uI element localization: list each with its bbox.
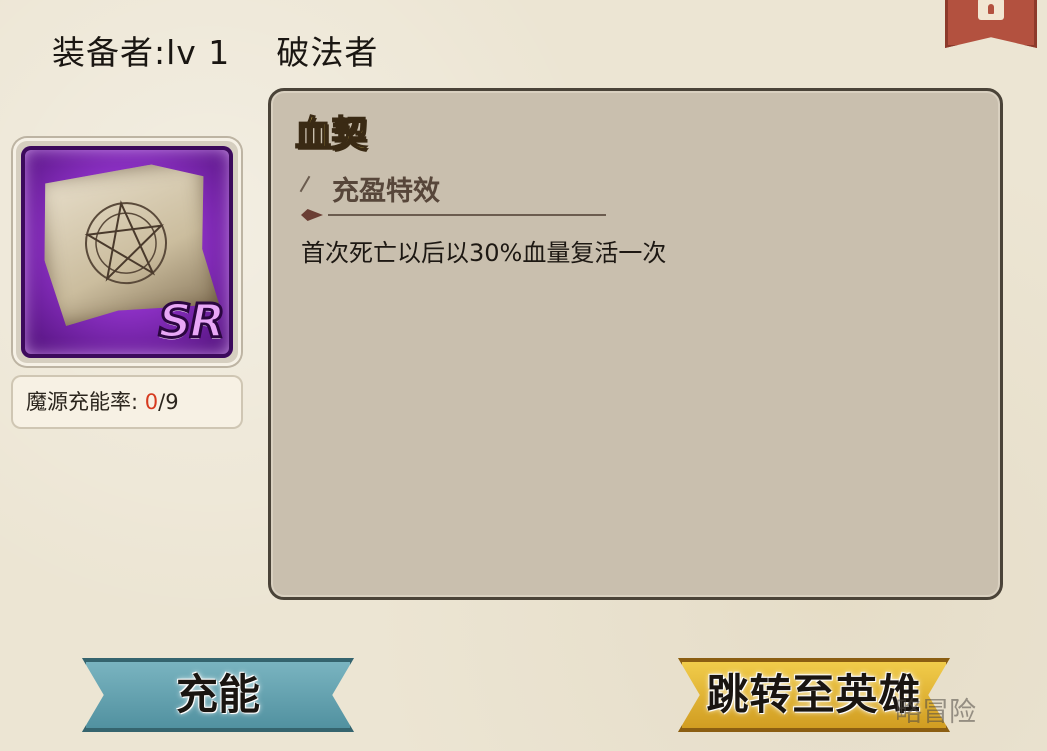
effect-section-title: 充盈特效	[332, 176, 440, 207]
item-name: 血契	[294, 113, 368, 156]
watermark: 略冒险	[895, 697, 976, 728]
equipper-info: 装备者:lv 1 破法者	[52, 26, 378, 74]
charge-max: /9	[158, 390, 179, 414]
pentagram-icon	[65, 182, 188, 305]
mana-charge-rate: 魔源充能率: 0/9	[13, 377, 241, 427]
charge-current: 0	[144, 390, 159, 414]
blood-contract-scroll-icon: SR	[21, 146, 233, 358]
section-diamond-icon	[301, 209, 323, 221]
charge-button[interactable]: 充能	[82, 658, 354, 732]
item-detail-panel: 血契 充盈特效 首次死亡以后以30%血量复活一次	[268, 88, 1003, 600]
hero-name: 破法者	[276, 33, 379, 72]
section-tick	[299, 175, 311, 193]
charge-label: 魔源充能率:	[26, 390, 145, 414]
item-icon-frame: SR	[13, 138, 241, 366]
effect-description: 首次死亡以后以30%血量复活一次	[301, 239, 667, 267]
lock-icon	[978, 0, 1004, 20]
section-divider	[328, 214, 606, 216]
equipper-label: 装备者:lv 1	[52, 33, 231, 72]
rarity-badge: SR	[157, 293, 227, 350]
